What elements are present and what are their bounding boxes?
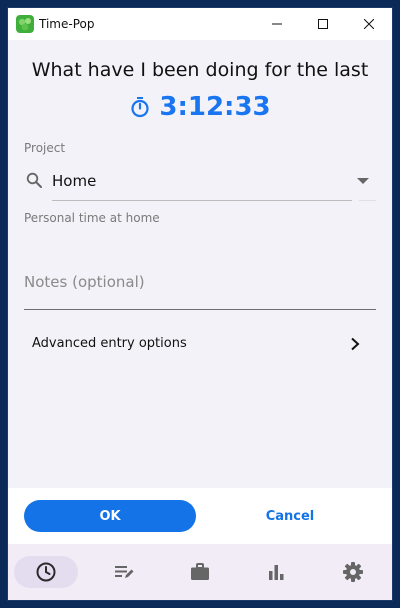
project-select[interactable]: Home (24, 161, 376, 201)
maximize-button[interactable] (300, 8, 346, 40)
notes-field[interactable] (24, 256, 376, 310)
project-description: Personal time at home (24, 211, 160, 225)
bar-chart-icon (269, 565, 284, 580)
minimize-button[interactable] (254, 8, 300, 40)
timer-value: 3:12:33 (159, 92, 271, 122)
nav-projects[interactable] (168, 556, 232, 588)
project-value: Home (52, 172, 97, 190)
briefcase-icon (191, 563, 209, 580)
window-title: Time-Pop (39, 17, 95, 31)
gear-icon (343, 562, 363, 582)
project-underline-secondary (359, 200, 376, 201)
ok-button[interactable]: OK (24, 500, 196, 532)
chevron-right-icon (351, 337, 360, 351)
advanced-entry-options[interactable]: Advanced entry options (24, 321, 376, 367)
cancel-button[interactable]: Cancel (204, 500, 376, 532)
chevron-down-icon[interactable] (356, 176, 370, 186)
notes-underline (24, 309, 376, 310)
app-window: Time-Pop What have I been doing for the … (8, 8, 392, 600)
notes-input[interactable] (24, 256, 376, 308)
bottom-navigation (8, 544, 392, 600)
advanced-entry-label: Advanced entry options (32, 336, 187, 351)
maximize-icon (318, 19, 328, 29)
close-icon (364, 19, 374, 29)
question-heading: What have I been doing for the last (31, 59, 369, 81)
project-underline (52, 200, 352, 201)
close-button[interactable] (346, 8, 392, 40)
edit-list-icon (115, 566, 134, 578)
nav-settings[interactable] (321, 556, 385, 588)
elapsed-timer: 3:12:33 (8, 90, 392, 124)
action-bar: OK Cancel (8, 488, 392, 544)
minimize-icon (272, 23, 282, 25)
nav-entries[interactable] (92, 556, 156, 588)
project-label: Project (24, 141, 66, 155)
search-icon (26, 172, 42, 188)
title-bar[interactable]: Time-Pop (8, 8, 392, 40)
nav-reports[interactable] (244, 556, 308, 588)
stopwatch-icon (131, 97, 149, 118)
timer-icon (36, 562, 56, 582)
app-logo-icon (16, 15, 34, 33)
entry-form: What have I been doing for the last 3:12… (8, 40, 392, 488)
nav-timer[interactable] (14, 556, 78, 588)
